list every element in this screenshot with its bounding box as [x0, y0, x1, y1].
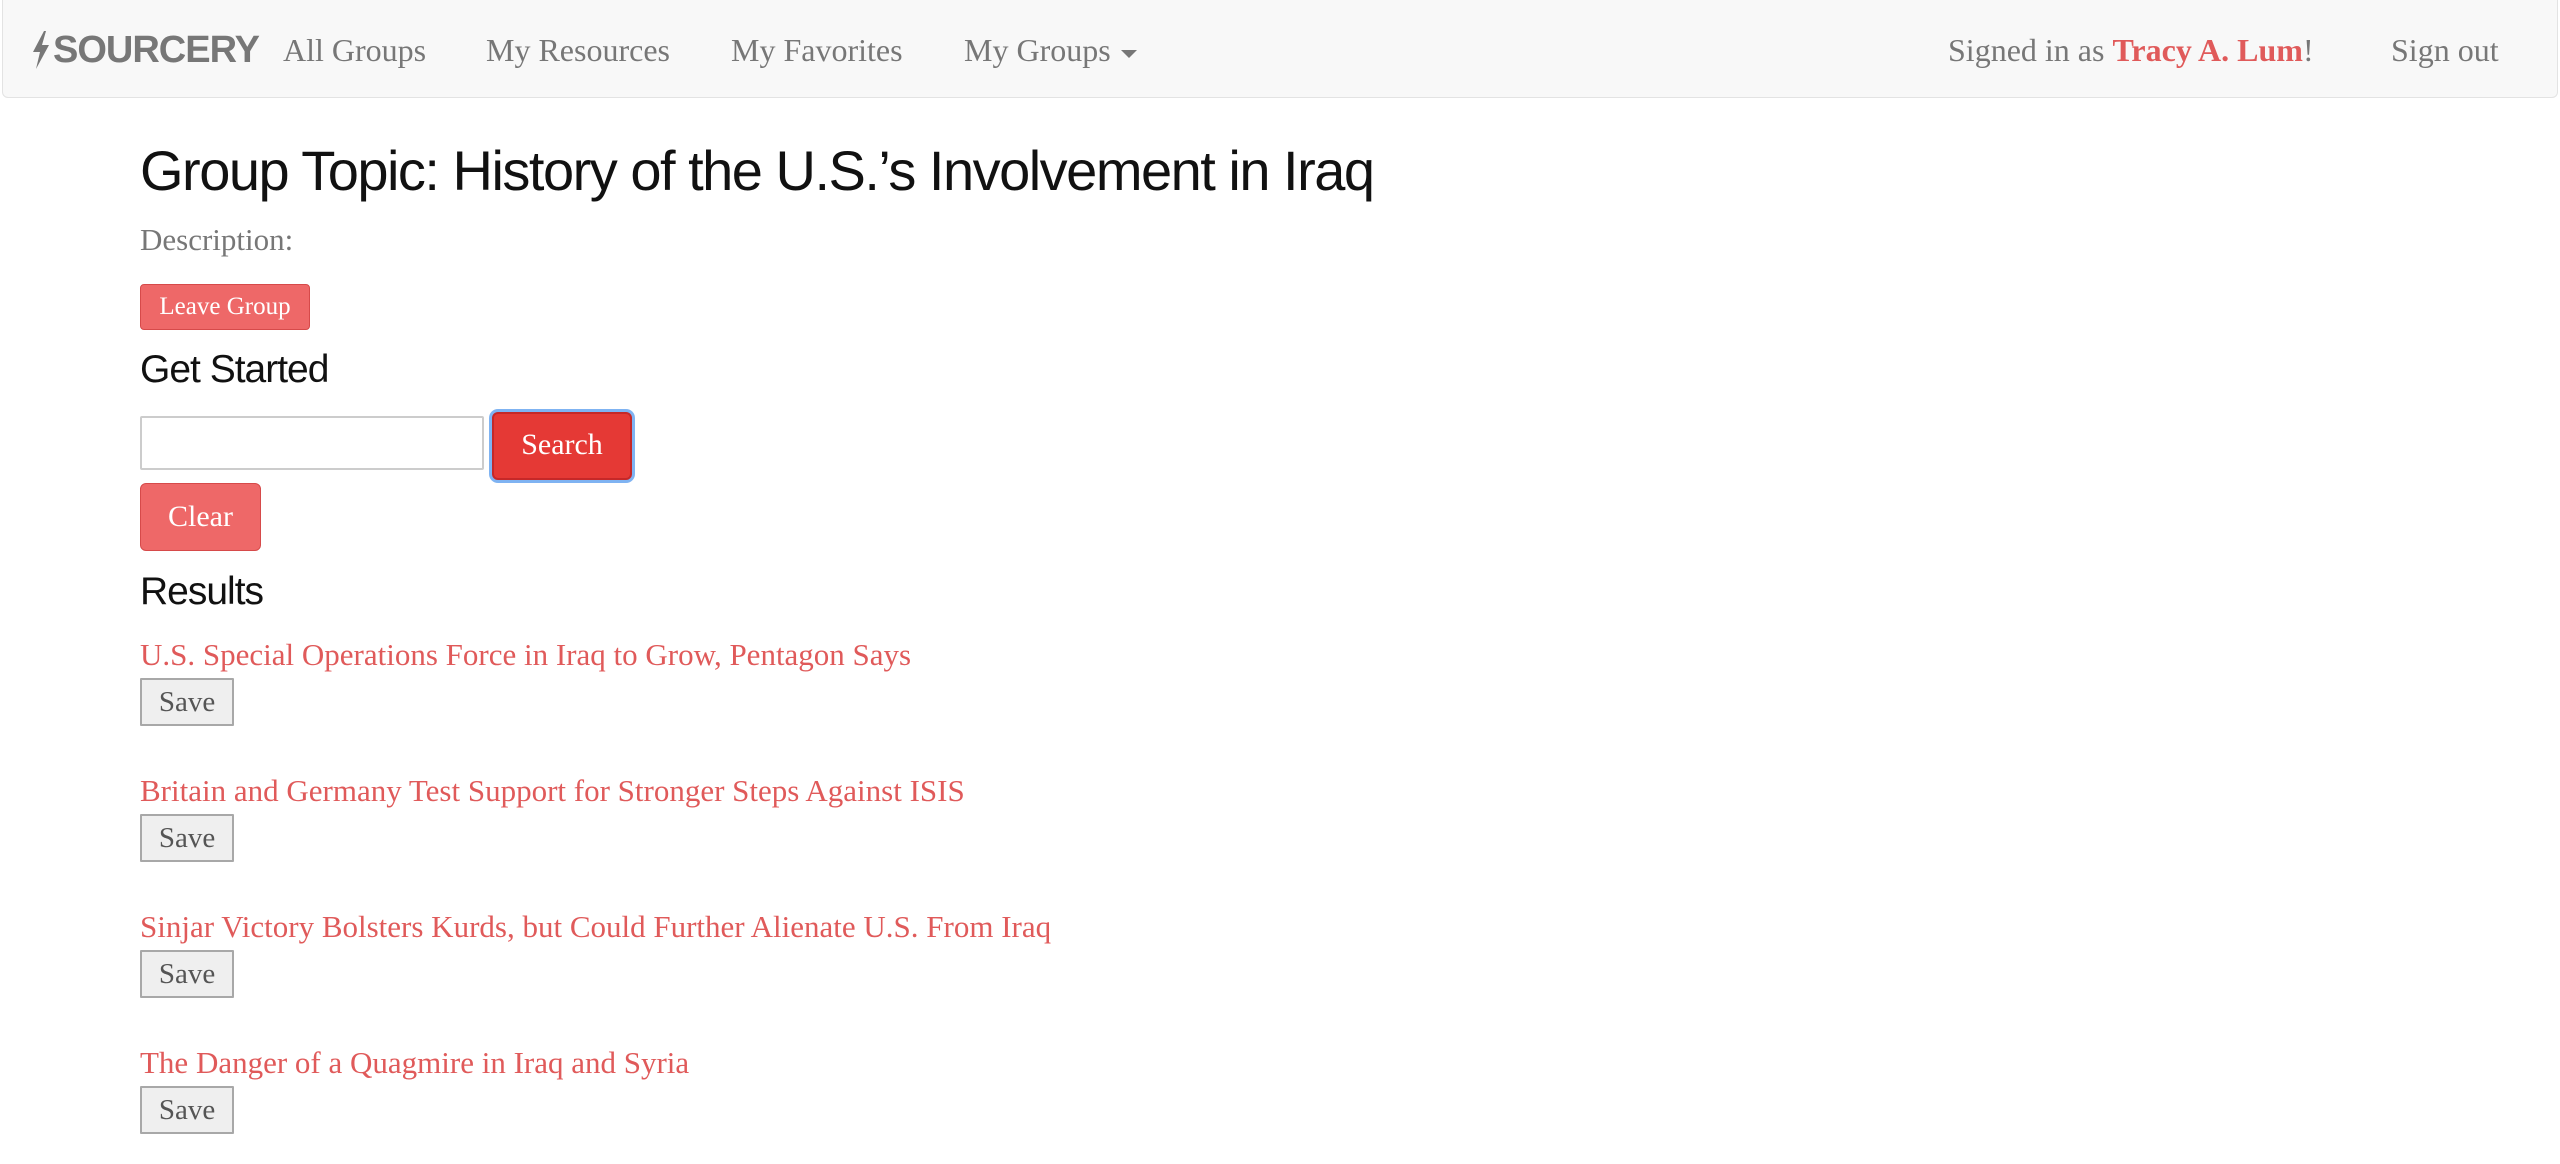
nav-my-resources[interactable]: My Resources	[486, 26, 670, 74]
nav-my-favorites[interactable]: My Favorites	[731, 26, 903, 74]
result-title-link[interactable]: Sinjar Victory Bolsters Kurds, but Could…	[140, 907, 1051, 947]
results-heading: Results	[140, 570, 264, 613]
caret-down-icon	[1120, 49, 1137, 58]
result-item: The Danger of a Quagmire in Iraq and Syr…	[140, 1043, 689, 1134]
leave-group-button[interactable]: Leave Group	[140, 284, 310, 330]
result-item: Sinjar Victory Bolsters Kurds, but Could…	[140, 907, 1051, 998]
get-started-heading: Get Started	[140, 348, 329, 391]
brand-logo[interactable]: SOURCERY	[31, 26, 260, 74]
save-button[interactable]: Save	[140, 678, 234, 726]
search-button[interactable]: Search	[492, 412, 632, 480]
signed-in-suffix: !	[2302, 32, 2314, 68]
description-label: Description:	[140, 222, 294, 257]
nav-my-groups-dropdown[interactable]: My Groups	[964, 26, 1137, 74]
nav-my-groups-label: My Groups	[964, 32, 1111, 68]
result-title-link[interactable]: Britain and Germany Test Support for Str…	[140, 771, 965, 811]
brand-name: SOURCERY	[53, 28, 260, 71]
signed-in-status: Signed in as Tracy A. Lum!	[1948, 26, 2314, 74]
page-title: Group Topic: History of the U.S.’s Invol…	[140, 139, 1375, 202]
save-button[interactable]: Save	[140, 814, 234, 862]
user-name-link[interactable]: Tracy A. Lum	[2112, 32, 2303, 68]
save-button[interactable]: Save	[140, 1086, 234, 1134]
top-navbar: SOURCERY All Groups My Resources My Favo…	[2, 0, 2558, 98]
result-item: U.S. Special Operations Force in Iraq to…	[140, 635, 911, 726]
clear-button[interactable]: Clear	[140, 483, 261, 551]
result-item: Britain and Germany Test Support for Str…	[140, 771, 965, 862]
nav-all-groups[interactable]: All Groups	[283, 26, 426, 74]
signed-in-prefix: Signed in as	[1948, 32, 2113, 68]
search-input[interactable]	[140, 416, 484, 470]
result-title-link[interactable]: U.S. Special Operations Force in Iraq to…	[140, 635, 911, 675]
save-button[interactable]: Save	[140, 950, 234, 998]
result-title-link[interactable]: The Danger of a Quagmire in Iraq and Syr…	[140, 1043, 689, 1083]
sign-out-link[interactable]: Sign out	[2391, 26, 2499, 74]
lightning-bolt-icon	[33, 31, 49, 69]
